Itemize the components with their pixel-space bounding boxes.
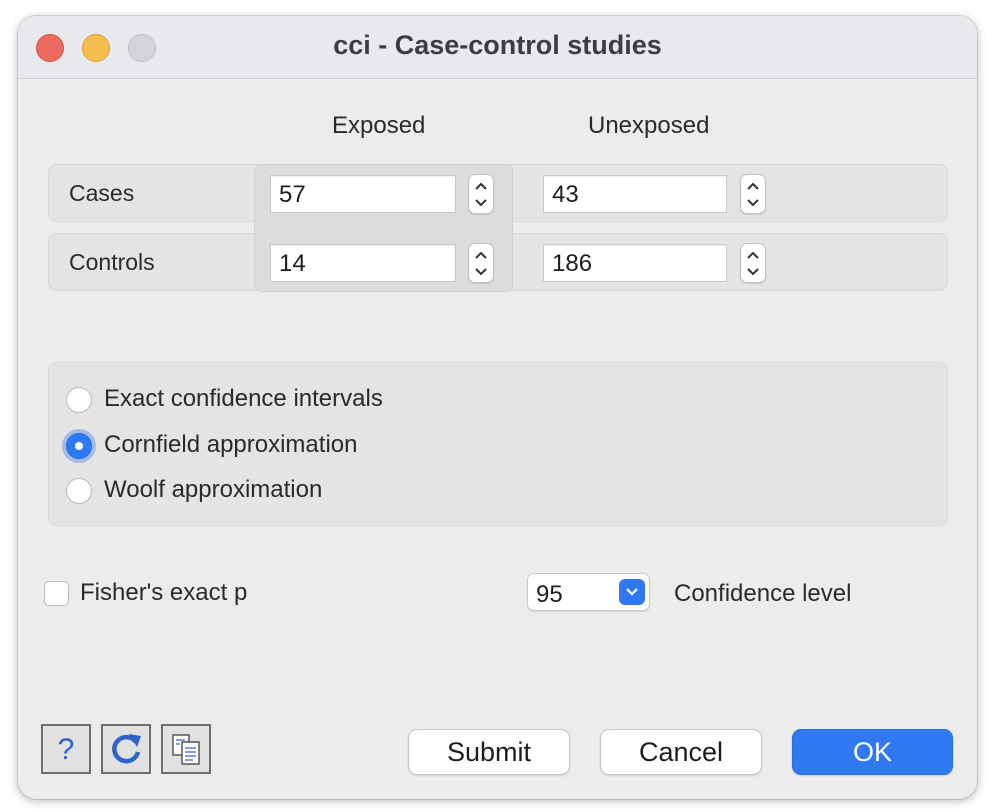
confidence-level-value: 95 [536, 581, 563, 608]
chevron-down-icon[interactable] [745, 197, 761, 209]
refresh-icon [112, 734, 141, 764]
help-button[interactable]: ? [41, 724, 91, 774]
exact-ci-label[interactable]: Exact confidence intervals [104, 385, 383, 413]
cases-unexposed-input[interactable]: 43 [543, 175, 727, 213]
controls-exposed-input[interactable]: 14 [270, 244, 456, 282]
controls-label: Controls [69, 249, 155, 275]
column-header-unexposed: Unexposed [588, 112, 710, 139]
chevron-down-icon[interactable] [745, 266, 761, 278]
cases-unexposed-stepper[interactable] [740, 174, 766, 214]
chevron-up-icon[interactable] [473, 180, 489, 192]
help-icon: ? [58, 733, 75, 766]
controls-unexposed-stepper[interactable] [740, 243, 766, 283]
chevron-up-icon[interactable] [745, 180, 761, 192]
chevron-down-icon[interactable] [473, 266, 489, 278]
cases-exposed-stepper[interactable] [468, 174, 494, 214]
column-header-exposed: Exposed [332, 112, 426, 139]
fisher-label[interactable]: Fisher's exact p [80, 579, 247, 607]
svg-text:?: ? [58, 733, 75, 766]
fisher-checkbox[interactable] [44, 581, 69, 606]
chevron-down-icon[interactable] [473, 197, 489, 209]
ok-button[interactable]: OK [792, 729, 953, 775]
window-title: cci - Case-control studies [333, 30, 662, 60]
controls-exposed-stepper[interactable] [468, 243, 494, 283]
cases-label: Cases [69, 180, 135, 206]
dialog-window: cci - Case-control studies Exposed Unexp… [18, 16, 977, 799]
chevron-up-icon[interactable] [473, 249, 489, 261]
chevron-up-icon[interactable] [745, 249, 761, 261]
cases-exposed-input[interactable]: 57 [270, 175, 456, 213]
cancel-button[interactable]: Cancel [600, 729, 762, 775]
woolf-label[interactable]: Woolf approximation [104, 476, 322, 504]
confidence-level-label: Confidence level [674, 580, 852, 607]
woolf-radio[interactable] [66, 478, 92, 504]
submit-button[interactable]: Submit [408, 729, 570, 775]
confidence-level-select[interactable]: 95 [527, 573, 650, 611]
chevron-down-icon[interactable] [619, 579, 645, 605]
controls-unexposed-input[interactable]: 186 [543, 244, 727, 282]
title-bar: cci - Case-control studies [18, 16, 977, 79]
cornfield-label[interactable]: Cornfield approximation [104, 431, 357, 459]
reset-button[interactable] [101, 724, 151, 774]
copy-icon [172, 734, 200, 765]
cornfield-radio[interactable] [66, 433, 92, 459]
copy-button[interactable] [161, 724, 211, 774]
exact-ci-radio[interactable] [66, 387, 92, 413]
ci-method-group: Exact confidence intervals Cornfield app… [48, 362, 948, 526]
